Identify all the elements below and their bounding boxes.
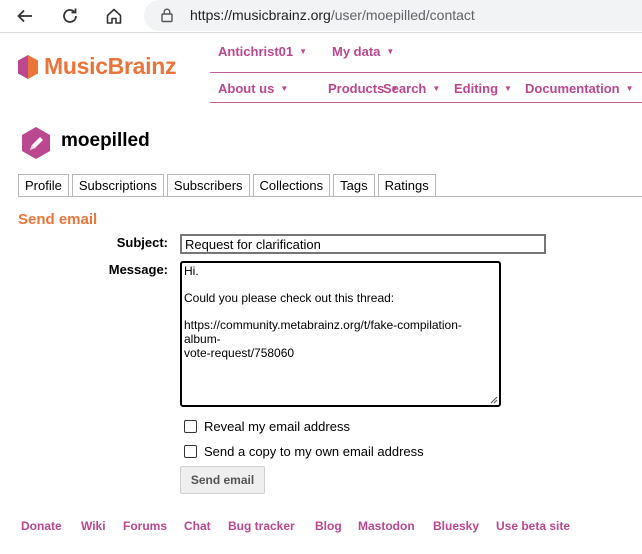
footer-link-blog[interactable]: Blog: [315, 519, 342, 533]
tab-divider: [18, 196, 642, 197]
menu-search[interactable]: Search ▼: [383, 81, 440, 96]
address-bar[interactable]: https://musicbrainz.org/user/moepilled/c…: [144, 0, 642, 31]
browser-toolbar: https://musicbrainz.org/user/moepilled/c…: [0, 0, 642, 33]
menu-label: Documentation: [525, 81, 620, 96]
menu-label: Products: [328, 81, 385, 96]
profile-tabs: Profile Subscriptions Subscribers Collec…: [18, 174, 439, 197]
caret-down-icon: ▼: [299, 47, 308, 56]
send-email-button[interactable]: Send email: [180, 466, 265, 494]
send-copy-checkbox[interactable]: [184, 445, 197, 458]
menu-label: About us: [218, 81, 275, 96]
resize-handle-icon[interactable]: [489, 395, 498, 404]
user-menu-my-data[interactable]: My data ▼: [332, 44, 394, 59]
message-label: Message:: [108, 262, 168, 277]
tab-profile[interactable]: Profile: [18, 174, 69, 197]
page-title: moepilled: [61, 130, 150, 151]
url-text: https://musicbrainz.org/user/moepilled/c…: [190, 7, 475, 23]
tab-collections[interactable]: Collections: [252, 174, 331, 197]
caret-down-icon: ▼: [280, 84, 289, 93]
back-button[interactable]: [12, 4, 38, 28]
caret-down-icon: ▼: [386, 47, 395, 56]
footer-link-beta-site[interactable]: Use beta site: [496, 519, 570, 533]
arrow-left-icon: [17, 9, 32, 23]
url-path: /user/moepilled/contact: [330, 7, 475, 23]
menu-label: Search: [383, 81, 427, 96]
reload-icon: [63, 8, 77, 23]
lock-icon: [161, 8, 173, 23]
subject-input[interactable]: Request for clarification: [180, 234, 546, 254]
reload-button[interactable]: [57, 4, 83, 28]
footer-link-donate[interactable]: Donate: [21, 519, 62, 533]
footer-link-bug-tracker[interactable]: Bug tracker: [228, 519, 295, 533]
footer-link-forums[interactable]: Forums: [123, 519, 167, 533]
logo-text: MusicBrainz: [44, 53, 177, 79]
footer-link-mastodon[interactable]: Mastodon: [358, 519, 415, 533]
message-link-line-2: vote-request/758060: [184, 346, 295, 360]
reveal-email-label: Reveal my email address: [204, 419, 350, 434]
footer-link-wiki[interactable]: Wiki: [81, 519, 106, 533]
footer-link-bluesky[interactable]: Bluesky: [433, 519, 479, 533]
home-button[interactable]: [101, 4, 127, 28]
caret-down-icon: ▼: [432, 84, 441, 93]
message-link-line-1: https://community.metabrainz.org/t/fake-…: [184, 318, 462, 346]
user-menu: Antichrist01 ▼ My data ▼: [210, 33, 642, 73]
caret-down-icon: ▼: [625, 84, 634, 93]
tab-subscriptions[interactable]: Subscriptions: [71, 174, 164, 197]
message-body: Could you please check out this thread:: [184, 291, 395, 305]
footer-link-chat[interactable]: Chat: [184, 519, 211, 533]
message-textarea[interactable]: Hi. Could you please check out this thre…: [180, 261, 501, 407]
url-domain: https://musicbrainz.org: [190, 7, 331, 23]
reveal-email-option[interactable]: Reveal my email address: [184, 419, 350, 434]
subject-label: Subject:: [116, 235, 168, 250]
editor-icon: [22, 127, 50, 159]
reveal-email-checkbox[interactable]: [184, 420, 197, 433]
musicbrainz-logo-icon: [18, 54, 38, 79]
tab-ratings[interactable]: Ratings: [377, 174, 436, 197]
tab-tags[interactable]: Tags: [333, 174, 375, 197]
send-copy-label: Send a copy to my own email address: [204, 444, 424, 459]
main-menu: About us ▼ Products ▼ Search ▼ Editing ▼ Doc…: [210, 73, 642, 103]
caret-down-icon: ▼: [504, 84, 512, 93]
musicbrainz-logo[interactable]: MusicBrainz: [17, 53, 176, 80]
menu-label: Antichrist01: [218, 44, 294, 59]
menu-editing[interactable]: Editing ▼: [454, 81, 512, 96]
home-icon: [106, 8, 122, 24]
menu-label: My data: [332, 44, 381, 59]
user-menu-account[interactable]: Antichrist01 ▼: [218, 44, 307, 59]
message-greeting: Hi.: [184, 264, 199, 278]
section-title: Send email: [18, 211, 98, 228]
menu-about-us[interactable]: About us ▼: [218, 81, 288, 96]
tab-subscribers[interactable]: Subscribers: [166, 174, 250, 197]
menu-documentation[interactable]: Documentation ▼: [525, 81, 634, 96]
send-copy-option[interactable]: Send a copy to my own email address: [184, 444, 424, 459]
menu-label: Editing: [454, 81, 499, 96]
